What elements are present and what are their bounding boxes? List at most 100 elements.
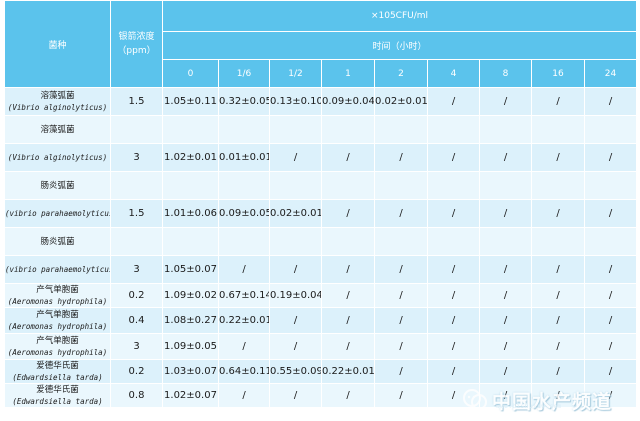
- species-cell: 溶藻弧菌 (Vibrio alginolyticus): [4, 87, 111, 116]
- time-column-header: 2: [374, 59, 428, 88]
- table-row: 肠炎弧菌: [4, 171, 637, 200]
- concentration-cell: 0.8: [110, 383, 163, 408]
- value-cell: /: [321, 283, 375, 308]
- value-cell: /: [218, 255, 270, 284]
- species-latin-name: (Aeromonas hydrophila): [7, 322, 108, 331]
- value-cell: /: [584, 333, 637, 360]
- value-cell: [218, 171, 270, 200]
- value-cell: [531, 171, 585, 200]
- species-name: 溶藻弧菌: [40, 91, 75, 101]
- value-cell: /: [584, 359, 637, 384]
- value-cell: /: [269, 143, 322, 172]
- value-cell: /: [427, 307, 480, 334]
- value-cell: /: [269, 307, 322, 334]
- concentration-cell: 1.5: [110, 199, 163, 228]
- species-name: 产气单胞菌: [36, 285, 79, 295]
- value-cell: 0.09±0.05: [218, 199, 270, 228]
- value-cell: 0.02±0.01: [374, 87, 428, 116]
- value-cell: 1.09±0.02: [162, 283, 219, 308]
- value-cell: 0.22±0.01: [321, 359, 375, 384]
- table-row: (vibrio parahaemolyticus) 1.5 1.01±0.06 0.0…: [4, 199, 637, 228]
- value-cell: [162, 171, 219, 200]
- value-cell: /: [531, 307, 585, 334]
- value-cell: [479, 227, 532, 256]
- value-cell: /: [479, 255, 532, 284]
- value-cell: [162, 227, 219, 256]
- concentration-cell: 3: [110, 255, 163, 284]
- value-cell: /: [374, 283, 428, 308]
- species-name: 肠炎弧菌: [40, 180, 75, 191]
- table-row: (vibrio parahaemolyticus) 3 1.05±0.07// / / /…: [4, 255, 637, 284]
- species-cell: (vibrio parahaemolyticus): [4, 199, 111, 228]
- value-cell: 1.03±0.07: [162, 359, 219, 384]
- value-cell: /: [218, 333, 270, 360]
- table-row: 爱德华氏菌 (Edwardsiella tarda) 0.2 1.03±0.07 0.6…: [4, 359, 637, 384]
- value-cell: /: [584, 199, 637, 228]
- concentration-cell: 0.2: [110, 283, 163, 308]
- species-cell: 肠炎弧菌: [4, 227, 111, 256]
- table-row: 产气单胞菌 (Aeromonas hydrophila) 0.2 1.09±0.02 0…: [4, 283, 637, 308]
- value-cell: 1.01±0.06: [162, 199, 219, 228]
- value-cell: [218, 227, 270, 256]
- species-cell: 产气单胞菌 (Aeromonas hydrophila): [4, 307, 111, 334]
- value-cell: 0.02±0.01: [269, 199, 322, 228]
- value-cell: 0.01±0.01: [218, 143, 270, 172]
- value-cell: /: [531, 359, 585, 384]
- table-row: 溶藻弧菌 (Vibrio alginolyticus) 1.5 1.05±0.11 0.…: [4, 87, 637, 116]
- concentration-cell: 0.4: [110, 307, 163, 334]
- value-cell: [531, 115, 585, 144]
- value-cell: /: [374, 359, 428, 384]
- species-cell: 产气单胞菌 (Aeromonas hydrophila): [4, 283, 111, 308]
- value-cell: /: [531, 383, 585, 408]
- value-cell: /: [321, 143, 375, 172]
- species-cell: (Vibrio alginolyticus): [4, 143, 111, 172]
- value-cell: [269, 227, 322, 256]
- value-cell: [374, 115, 428, 144]
- time-column-header: 24: [584, 59, 637, 88]
- value-cell: /: [531, 283, 585, 308]
- species-latin-name: (Edwardsiella tarda): [12, 397, 103, 406]
- concentration-cell: 3: [110, 333, 163, 360]
- value-cell: /: [427, 199, 480, 228]
- value-cell: /: [584, 143, 637, 172]
- value-cell: 0.19±0.04: [269, 283, 322, 308]
- species-name: 产气单胞菌: [36, 336, 79, 346]
- value-cell: 0.32±0.05: [218, 87, 270, 116]
- concentration-cell: [110, 115, 163, 144]
- value-cell: /: [479, 199, 532, 228]
- time-column-header: 8: [479, 59, 532, 88]
- species-cell: 爱德华氏菌 (Edwardsiella tarda): [4, 359, 111, 384]
- value-cell: /: [479, 87, 532, 116]
- concentration-cell: [110, 171, 163, 200]
- value-cell: /: [479, 359, 532, 384]
- concentration-cell: [110, 227, 163, 256]
- value-cell: /: [269, 333, 322, 360]
- value-cell: 0.22±0.01: [218, 307, 270, 334]
- time-column-header: 4: [427, 59, 480, 88]
- table-row: 肠炎弧菌: [4, 227, 637, 256]
- value-cell: /: [374, 333, 428, 360]
- time-column-header: 1/6: [218, 59, 270, 88]
- value-cell: /: [479, 283, 532, 308]
- value-cell: /: [321, 383, 375, 408]
- species-latin-name: (Vibrio alginolyticus): [7, 103, 108, 112]
- value-cell: [162, 115, 219, 144]
- value-cell: /: [427, 87, 480, 116]
- value-cell: /: [479, 307, 532, 334]
- value-cell: 1.09±0.05: [162, 333, 219, 360]
- value-cell: 0.64±0.11: [218, 359, 270, 384]
- value-cell: [269, 171, 322, 200]
- species-cell: 肠炎弧菌: [4, 171, 111, 200]
- species-latin-name: (Aeromonas hydrophila): [7, 297, 108, 306]
- table-row: 产气单胞菌 (Aeromonas hydrophila) 0.4 1.08±0.27 0…: [4, 307, 637, 334]
- value-cell: /: [531, 143, 585, 172]
- value-cell: /: [584, 283, 637, 308]
- species-name: 爱德华氏菌: [36, 361, 79, 371]
- species-name: 肠炎弧菌: [40, 236, 75, 247]
- species-cell: (vibrio parahaemolyticus): [4, 255, 111, 284]
- unit-header: ×105CFU/ml: [162, 0, 637, 32]
- value-cell: [584, 115, 637, 144]
- value-cell: [269, 115, 322, 144]
- value-cell: /: [269, 383, 322, 408]
- value-cell: /: [427, 283, 480, 308]
